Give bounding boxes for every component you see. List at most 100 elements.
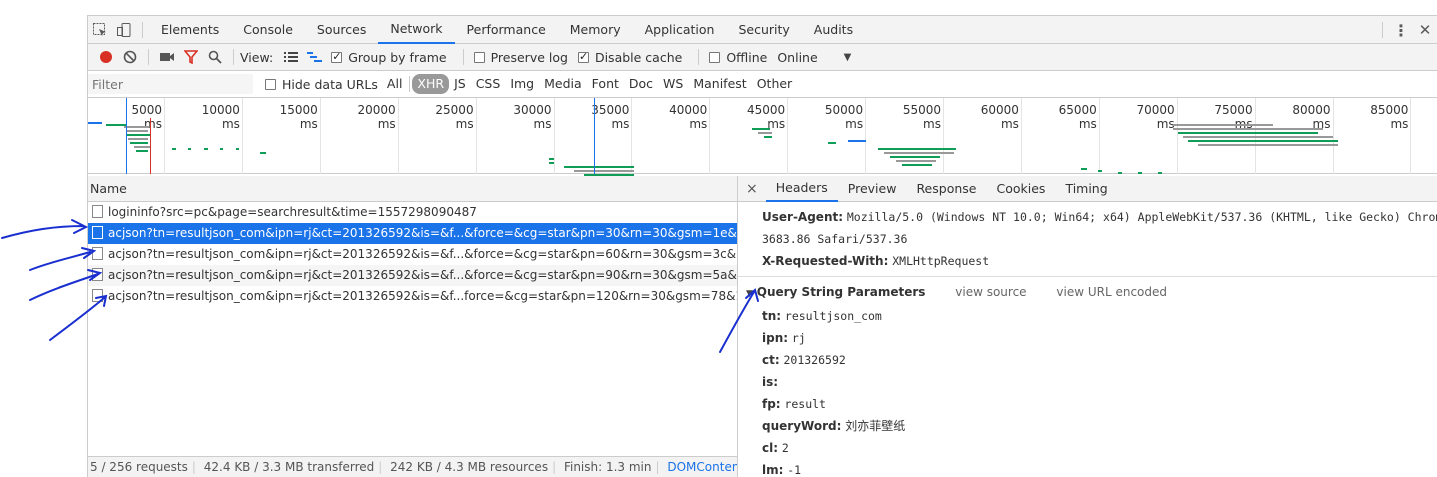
tab-timing[interactable]: Timing <box>1055 176 1117 202</box>
type-filter-ws[interactable]: WS <box>658 74 688 94</box>
search-icon[interactable] <box>203 45 227 69</box>
type-filter-doc[interactable]: Doc <box>624 74 658 94</box>
triangle-down-icon[interactable]: ▼ <box>746 289 753 299</box>
tab-console[interactable]: Console <box>231 16 305 44</box>
type-filter-media[interactable]: Media <box>539 74 587 94</box>
close-devtools-icon[interactable]: ✕ <box>1413 18 1437 42</box>
offline-checkbox[interactable] <box>709 51 721 63</box>
file-icon <box>92 205 103 218</box>
type-filter-manifest[interactable]: Manifest <box>688 74 751 94</box>
timeline-request-bar <box>1178 132 1318 134</box>
request-row[interactable]: acjson?tn=resultjson_com&ipn=rj&ct=20132… <box>88 223 737 244</box>
type-filter-all[interactable]: All <box>382 74 408 94</box>
timeline-request-bar <box>764 136 772 138</box>
type-filter-font[interactable]: Font <box>587 74 624 94</box>
timeline-request-bar <box>1173 128 1323 130</box>
type-filter-js[interactable]: JS <box>449 74 471 94</box>
file-icon <box>92 289 103 302</box>
tab-sources[interactable]: Sources <box>305 16 378 44</box>
tab-performance[interactable]: Performance <box>455 16 558 44</box>
disable-cache-checkbox[interactable] <box>577 50 589 63</box>
request-row[interactable]: acjson?tn=resultjson_com&ipn=rj&ct=20132… <box>88 286 737 307</box>
divider <box>233 49 234 65</box>
timeline-tick-label: 80000 ms <box>1292 103 1331 131</box>
request-name: acjson?tn=resultjson_com&ipn=rj&ct=20132… <box>108 226 737 240</box>
param-line: cl: 2 <box>738 437 1437 459</box>
timeline-tick-label: 65000 ms <box>1058 103 1097 131</box>
timeline-request-bar <box>884 152 954 154</box>
group-by-frame-label: Group by frame <box>348 49 447 65</box>
timeline-tick-label: 30000 ms <box>513 103 552 131</box>
request-row[interactable]: logininfo?src=pc&page=searchresult&time=… <box>88 202 737 223</box>
timeline-tick-label: 15000 ms <box>279 103 318 131</box>
divider <box>409 76 411 92</box>
filter-funnel-icon[interactable] <box>179 45 203 69</box>
preserve-log-checkbox[interactable] <box>473 51 485 63</box>
name-column-header[interactable]: Name <box>88 176 737 202</box>
tab-cookies[interactable]: Cookies <box>986 176 1055 202</box>
tab-elements[interactable]: Elements <box>149 16 231 44</box>
filter-input[interactable] <box>88 74 253 94</box>
tab-memory[interactable]: Memory <box>558 16 633 44</box>
load-event-marker <box>150 118 151 174</box>
timeline-request-bar <box>88 122 102 124</box>
timeline-request-bar <box>1081 168 1087 170</box>
timeline-request-bar <box>126 130 148 132</box>
type-filter-xhr[interactable]: XHR <box>412 74 450 94</box>
view-url-encoded-link[interactable]: view URL encoded <box>1056 285 1167 299</box>
timeline-gridline <box>241 98 243 174</box>
header-line: X-Requested-With: XMLHttpRequest <box>738 250 1437 272</box>
request-name: acjson?tn=resultjson_com&ipn=rj&ct=20132… <box>108 289 737 303</box>
param-value: resultjson_com <box>784 309 882 323</box>
record-icon[interactable] <box>94 45 118 69</box>
tab-application[interactable]: Application <box>633 16 727 44</box>
tab-audits[interactable]: Audits <box>802 16 865 44</box>
timeline-tick-label: 60000 ms <box>980 103 1019 131</box>
screenshot-camera-icon[interactable] <box>155 45 179 69</box>
param-line: is: <box>738 371 1437 393</box>
type-filter-other[interactable]: Other <box>752 74 798 94</box>
clear-icon[interactable] <box>118 45 142 69</box>
request-detail: × Headers Preview Response Cookies Timin… <box>738 176 1437 477</box>
query-string-title[interactable]: Query String Parameters <box>757 285 926 299</box>
type-filter-img[interactable]: Img <box>505 74 539 94</box>
group-by-frame-checkbox[interactable] <box>331 50 343 63</box>
view-source-link[interactable]: view source <box>955 285 1026 299</box>
request-row[interactable]: acjson?tn=resultjson_com&ipn=rj&ct=20132… <box>88 244 737 265</box>
device-toolbar-icon[interactable] <box>112 18 136 42</box>
timeline-tick-label: 55000 ms <box>902 103 941 131</box>
throttling-select[interactable]: Online <box>777 50 817 65</box>
tab-security[interactable]: Security <box>726 16 801 44</box>
request-name: acjson?tn=resultjson_com&ipn=rj&ct=20132… <box>108 268 737 282</box>
timeline-request-bar <box>134 146 150 148</box>
divider <box>148 49 149 65</box>
chevron-down-icon[interactable]: ▼ <box>844 52 852 63</box>
timeline-tick-label: 10000 ms <box>201 103 240 131</box>
type-filter-css[interactable]: CSS <box>471 74 506 94</box>
request-row[interactable]: acjson?tn=resultjson_com&ipn=rj&ct=20132… <box>88 265 737 286</box>
file-icon <box>92 226 103 239</box>
timeline-overview[interactable]: 5000 ms 10000 ms 15000 ms 20000 ms 25000 ms 3… <box>88 98 1437 184</box>
waterfall-overview-icon[interactable] <box>303 45 327 69</box>
header-value: XMLHttpRequest <box>892 254 990 268</box>
inspect-element-icon[interactable] <box>88 18 112 42</box>
header-key: User-Agent: <box>762 210 844 224</box>
timeline-request-bar <box>828 142 836 144</box>
hide-data-urls-checkbox[interactable] <box>265 78 276 90</box>
large-rows-icon[interactable] <box>279 45 303 69</box>
more-options-icon[interactable]: ⋮ <box>1389 18 1413 42</box>
devtools-tabbar: Elements Console Sources Network Perform… <box>88 16 1437 44</box>
timeline-gridline <box>1410 98 1412 174</box>
close-detail-icon[interactable]: × <box>738 181 766 197</box>
param-line: tn: resultjson_com <box>738 305 1437 327</box>
timeline-tick-label: 35000 ms <box>591 103 630 131</box>
timeline-request-bar <box>1173 124 1273 126</box>
annotation-arrow <box>1 219 89 239</box>
tab-headers[interactable]: Headers <box>765 176 838 202</box>
param-value: 2 <box>781 441 789 455</box>
tab-network[interactable]: Network <box>378 16 455 44</box>
tab-response[interactable]: Response <box>906 176 986 202</box>
timeline-tick-label: 25000 ms <box>435 103 474 131</box>
tab-preview[interactable]: Preview <box>838 176 907 202</box>
dom-content-loaded-marker <box>126 98 127 174</box>
